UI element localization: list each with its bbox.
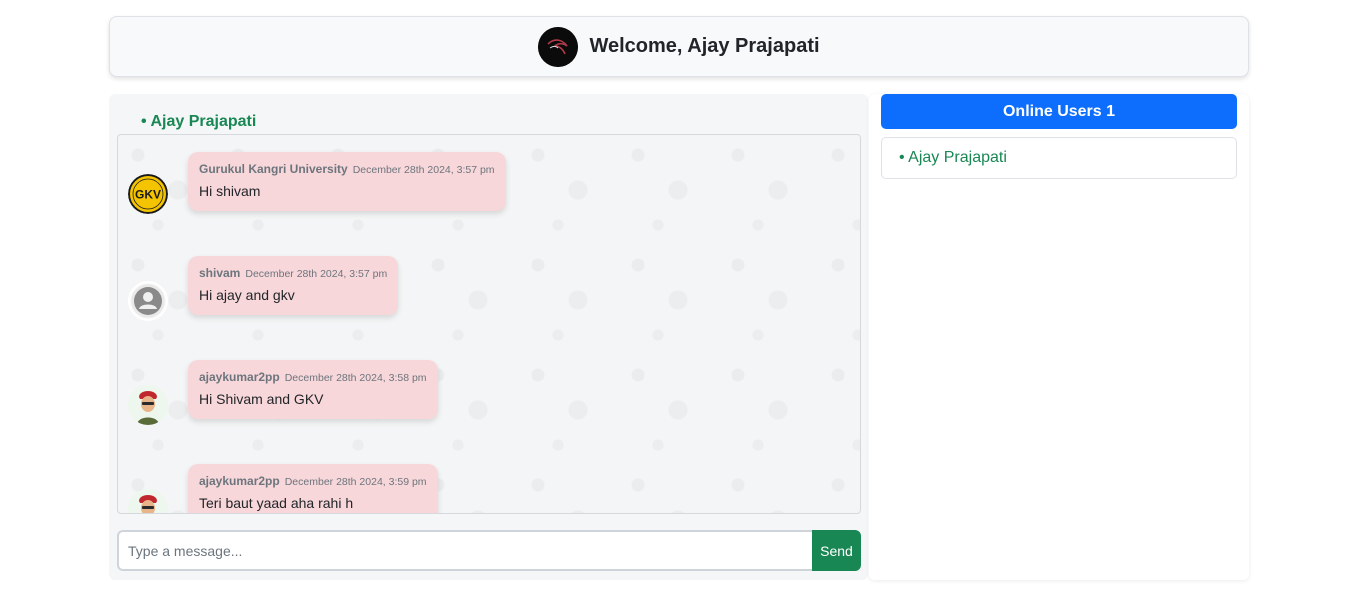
message-bubble: shivam December 28th 2024, 3:57 pm Hi aj… — [188, 256, 399, 315]
svg-text:GKV: GKV — [135, 188, 161, 202]
message-sender: ajaykumar2pp — [199, 474, 280, 488]
app-header: Welcome, Ajay Prajapati — [109, 16, 1249, 77]
message-item: ajaykumar2pp December 28th 2024, 3:58 pm… — [118, 360, 860, 440]
message-text: Teri baut yaad aha rahi h — [199, 495, 354, 511]
message-time: December 28th 2024, 3:57 pm — [245, 268, 388, 280]
online-user-item[interactable]: • Ajay Prajapati — [881, 137, 1237, 179]
default-user-avatar — [128, 281, 168, 321]
kali-dragon-icon — [538, 26, 579, 67]
message-item: shivam December 28th 2024, 3:57 pm Hi aj… — [118, 256, 860, 336]
message-text: Hi Shivam and GKV — [199, 391, 324, 407]
message-item: ajaykumar2pp December 28th 2024, 3:59 pm… — [118, 464, 860, 513]
default-user-icon — [130, 283, 166, 319]
message-item: GKV Gurukul Kangri University December 2… — [118, 152, 860, 232]
message-bubble: Gurukul Kangri University December 28th … — [188, 152, 506, 211]
message-time: December 28th 2024, 3:58 pm — [284, 372, 427, 384]
message-bubble: ajaykumar2pp December 28th 2024, 3:59 pm… — [188, 464, 438, 513]
cartoon-avatar-icon — [139, 495, 157, 513]
chat-panel: • Ajay Prajapati GKV Gurukul Kangri Univ… — [109, 94, 868, 580]
message-text: Hi shivam — [199, 183, 261, 199]
message-composer: Send — [117, 530, 861, 571]
welcome-title: Welcome, Ajay Prajapati — [589, 35, 820, 57]
message-sender: shivam — [199, 266, 241, 280]
online-user-name: • Ajay Prajapati — [899, 149, 1007, 166]
gkv-logo: GKV — [128, 174, 168, 214]
message-bubble: ajaykumar2pp December 28th 2024, 3:58 pm… — [188, 360, 438, 419]
message-input[interactable] — [117, 530, 812, 571]
online-users-header[interactable]: Online Users 1 — [881, 94, 1237, 129]
profile-avatar[interactable] — [538, 26, 579, 67]
cartoon-avatar — [128, 385, 168, 425]
message-sender: ajaykumar2pp — [199, 370, 280, 384]
online-users-panel: Online Users 1 • Ajay Prajapati — [869, 94, 1249, 580]
message-time: December 28th 2024, 3:59 pm — [284, 476, 427, 488]
message-list[interactable]: GKV Gurukul Kangri University December 2… — [117, 134, 861, 514]
cartoon-avatar-icon — [137, 391, 159, 425]
message-sender: Gurukul Kangri University — [199, 162, 348, 176]
message-time: December 28th 2024, 3:57 pm — [352, 164, 495, 176]
message-text: Hi ajay and gkv — [199, 287, 295, 303]
send-button[interactable]: Send — [812, 530, 861, 571]
current-user-label: • Ajay Prajapati — [141, 113, 257, 130]
cartoon-avatar — [128, 489, 168, 513]
gkv-logo-icon: GKV — [128, 174, 168, 214]
